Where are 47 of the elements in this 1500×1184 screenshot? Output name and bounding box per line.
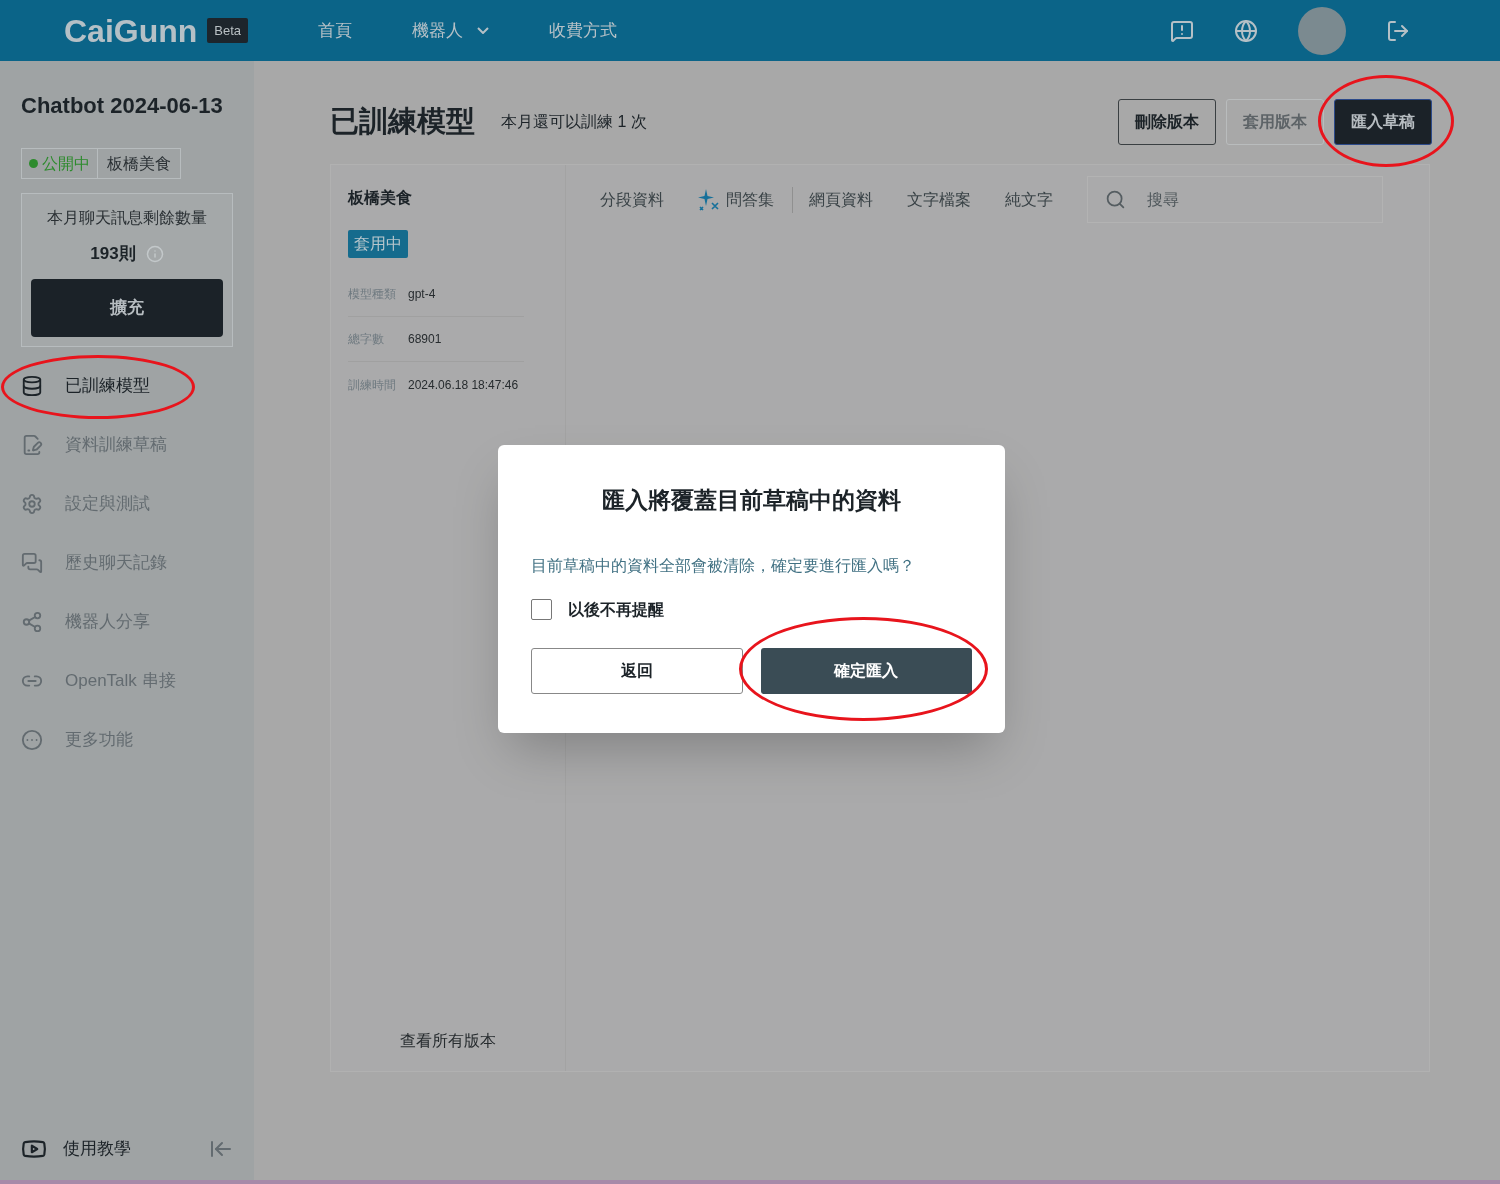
dialog-message: 目前草稿中的資料全部會被清除，確定要進行匯入嗎？ bbox=[531, 555, 916, 576]
bot-name: Chatbot 2024-06-13 bbox=[21, 92, 224, 120]
file-edit-icon bbox=[21, 434, 43, 456]
field-value: gpt-4 bbox=[408, 286, 436, 303]
all-versions-link[interactable]: 查看所有版本 bbox=[400, 1029, 496, 1053]
database-icon bbox=[21, 375, 43, 397]
dialog-button[interactable]: 確定匯入 bbox=[760, 647, 972, 694]
nav-link[interactable]: 收費方式 bbox=[549, 17, 618, 44]
logo[interactable]: CaiGunn bbox=[64, 6, 198, 55]
chat-icon bbox=[21, 552, 43, 574]
active-badge: 套用中 bbox=[348, 230, 408, 258]
logout-icon[interactable] bbox=[1386, 18, 1410, 43]
checkbox-label: 以後不再提醒 bbox=[568, 599, 664, 620]
version-name: 板橋美食 bbox=[348, 188, 413, 208]
language-icon[interactable] bbox=[1234, 18, 1258, 43]
dialog-title: 匯入將覆蓋目前草稿中的資料 bbox=[602, 486, 901, 515]
tab[interactable]: 問答集 bbox=[698, 188, 774, 212]
beta-badge: Beta bbox=[207, 17, 249, 44]
feedback-icon[interactable] bbox=[1170, 18, 1194, 43]
tab[interactable]: 網頁資料 bbox=[809, 188, 873, 212]
more-icon bbox=[21, 729, 43, 751]
settings-icon bbox=[21, 493, 43, 515]
action-button[interactable]: 刪除版本 bbox=[1118, 99, 1216, 145]
page-title: 已訓練模型 bbox=[330, 104, 475, 140]
search-field[interactable]: 搜尋 bbox=[1087, 176, 1383, 223]
avatar[interactable] bbox=[1298, 6, 1346, 55]
tab[interactable]: 分段資料 bbox=[600, 188, 664, 212]
nav-link[interactable]: 首頁 bbox=[318, 17, 353, 44]
share-icon bbox=[21, 611, 43, 633]
tutorial-link[interactable]: 使用教學 bbox=[63, 1136, 131, 1162]
field-value: 68901 bbox=[408, 331, 442, 348]
expand-button[interactable]: 擴充 bbox=[31, 278, 223, 337]
quota-title: 本月聊天訊息剩餘數量 bbox=[47, 208, 207, 228]
quota-count: 193則 bbox=[90, 243, 136, 265]
action-button[interactable]: 套用版本 bbox=[1226, 99, 1324, 145]
status-tag: 公開中 bbox=[21, 148, 98, 179]
checkbox[interactable] bbox=[531, 599, 552, 620]
bot-tag: 板橋美食 bbox=[98, 148, 181, 179]
field-value: 2024.06.18 18:47:46 bbox=[408, 376, 519, 394]
sidebar-item[interactable]: 已訓練模型 bbox=[21, 356, 233, 416]
tab[interactable]: 文字檔案 bbox=[907, 188, 971, 212]
tab[interactable]: 純文字 bbox=[1005, 188, 1053, 212]
action-button[interactable]: 匯入草稿 bbox=[1334, 99, 1432, 145]
dialog-button[interactable]: 返回 bbox=[531, 647, 743, 694]
nav-link[interactable]: 機器人 bbox=[412, 17, 490, 44]
training-remaining: 本月還可以訓練 1 次 bbox=[501, 112, 647, 132]
search-icon bbox=[1105, 189, 1126, 210]
